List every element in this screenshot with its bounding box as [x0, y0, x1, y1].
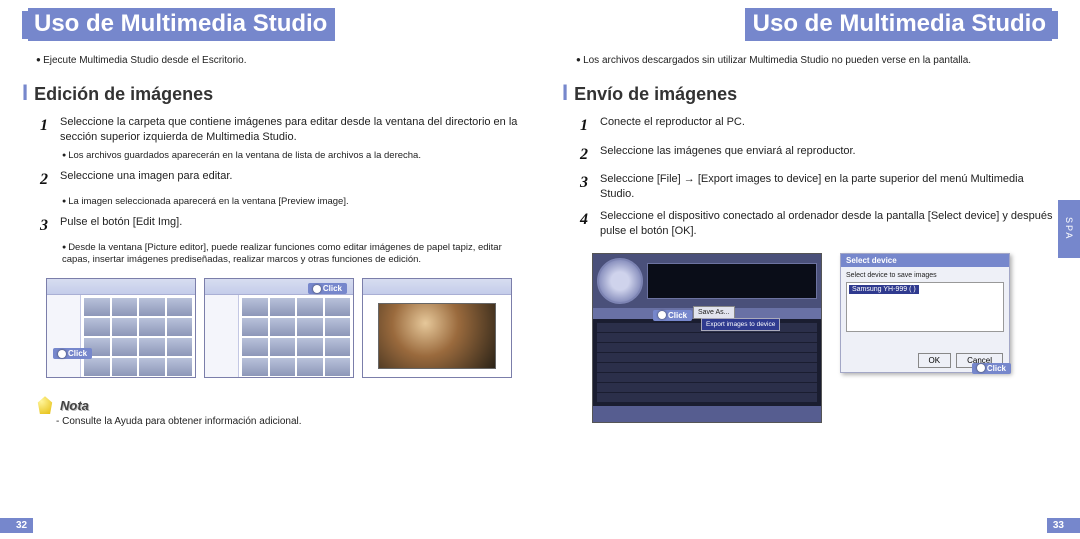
page-number: 33	[1047, 518, 1080, 533]
step-3-sub: Desde la ventana [Picture editor], puede…	[62, 242, 518, 267]
dialog-list[interactable]: Samsung YH-999 ( )	[846, 282, 1004, 332]
dialog-body: Select device to save images Samsung YH-…	[841, 267, 1009, 349]
step-number: 2	[580, 144, 594, 166]
nota-row: Nota	[36, 396, 518, 414]
screenshot-row: Click Click	[46, 278, 518, 378]
step-number: 3	[580, 172, 594, 202]
section-title: Edición de imágenes	[34, 84, 213, 105]
page-title: Uso de Multimedia Studio	[28, 8, 335, 41]
step-text: Seleccione una imagen para editar.	[60, 169, 232, 191]
section-header: I Envío de imágenes	[562, 80, 1058, 106]
step-text: Seleccione las imágenes que enviará al r…	[600, 144, 856, 166]
player-screenshot: Save As... Export images to device Click	[592, 253, 822, 423]
click-badge: Click	[653, 310, 692, 321]
step-number: 1	[40, 115, 54, 145]
step-3: 3 Pulse el botón [Edit Img].	[40, 215, 518, 237]
step-number: 3	[40, 215, 54, 237]
dialog-list-item[interactable]: Samsung YH-999 ( )	[849, 285, 919, 294]
player-tracklist	[593, 319, 821, 406]
nota-icon	[36, 396, 54, 414]
step-1: 1 Seleccione la carpeta que contiene imá…	[40, 115, 518, 145]
nota-text: - Consulte la Ayuda para obtener informa…	[56, 416, 518, 427]
section-title: Envío de imágenes	[574, 84, 737, 105]
step-text: Seleccione [File] → [Export images to de…	[600, 172, 1058, 202]
nota-label: Nota	[60, 398, 89, 413]
dialog-instruction: Select device to save images	[846, 272, 937, 279]
step-4: 4 Seleccione el dispositivo conectado al…	[580, 209, 1058, 239]
manual-spread: Uso de Multimedia Studio Ejecute Multime…	[0, 0, 1080, 539]
step-2: 2 Seleccione una imagen para editar.	[40, 169, 518, 191]
click-badge: Click	[308, 283, 347, 294]
step-text: Seleccione la carpeta que contiene imáge…	[60, 115, 518, 145]
lcd-icon	[647, 263, 817, 299]
intro-bullet: Los archivos descargados sin utilizar Mu…	[576, 55, 1058, 66]
language-tab: SPA	[1058, 200, 1080, 258]
menu-export: Export images to device	[701, 318, 780, 331]
page-title-bar: Uso de Multimedia Studio	[22, 8, 518, 41]
step-1-sub: Los archivos guardados aparecerán en la …	[62, 150, 518, 162]
step-number: 2	[40, 169, 54, 191]
title-pipe	[1052, 11, 1058, 39]
figure-row: Save As... Export images to device Click…	[592, 253, 1058, 423]
page-number: 32	[0, 518, 33, 533]
step-text: Seleccione el dispositivo conectado al o…	[600, 209, 1058, 239]
section-header: I Edición de imágenes	[22, 80, 518, 106]
player-menubar: Save As... Export images to device	[593, 308, 821, 320]
step-2-sub: La imagen seleccionada aparecerá en la v…	[62, 196, 518, 208]
click-badge: Click	[972, 363, 1011, 374]
select-device-dialog: Select device Select device to save imag…	[840, 253, 1010, 373]
section-bar-icon: I	[562, 80, 568, 106]
screenshot-thumb-2: Click	[204, 278, 354, 378]
ok-button[interactable]: OK	[918, 353, 952, 368]
step-text: Conecte el reproductor al PC.	[600, 115, 745, 137]
step-2: 2 Seleccione las imágenes que enviará al…	[580, 144, 1058, 166]
step-number: 1	[580, 115, 594, 137]
section-bar-icon: I	[22, 80, 28, 106]
page-title-bar: Uso de Multimedia Studio	[562, 8, 1058, 41]
intro-bullet: Ejecute Multimedia Studio desde el Escri…	[36, 55, 518, 66]
click-badge: Click	[53, 348, 92, 359]
page-33: Uso de Multimedia Studio Los archivos de…	[540, 0, 1080, 539]
dialog-title: Select device	[841, 254, 1009, 267]
preview-photo	[378, 303, 496, 369]
step-number: 4	[580, 209, 594, 239]
page-32: Uso de Multimedia Studio Ejecute Multime…	[0, 0, 540, 539]
page-title: Uso de Multimedia Studio	[745, 8, 1052, 41]
screenshot-thumb-3	[362, 278, 512, 378]
step-3: 3 Seleccione [File] → [Export images to …	[580, 172, 1058, 202]
step-1: 1 Conecte el reproductor al PC.	[580, 115, 1058, 137]
step-text: Pulse el botón [Edit Img].	[60, 215, 182, 237]
screenshot-thumb-1: Click	[46, 278, 196, 378]
jog-dial-icon	[597, 258, 643, 304]
